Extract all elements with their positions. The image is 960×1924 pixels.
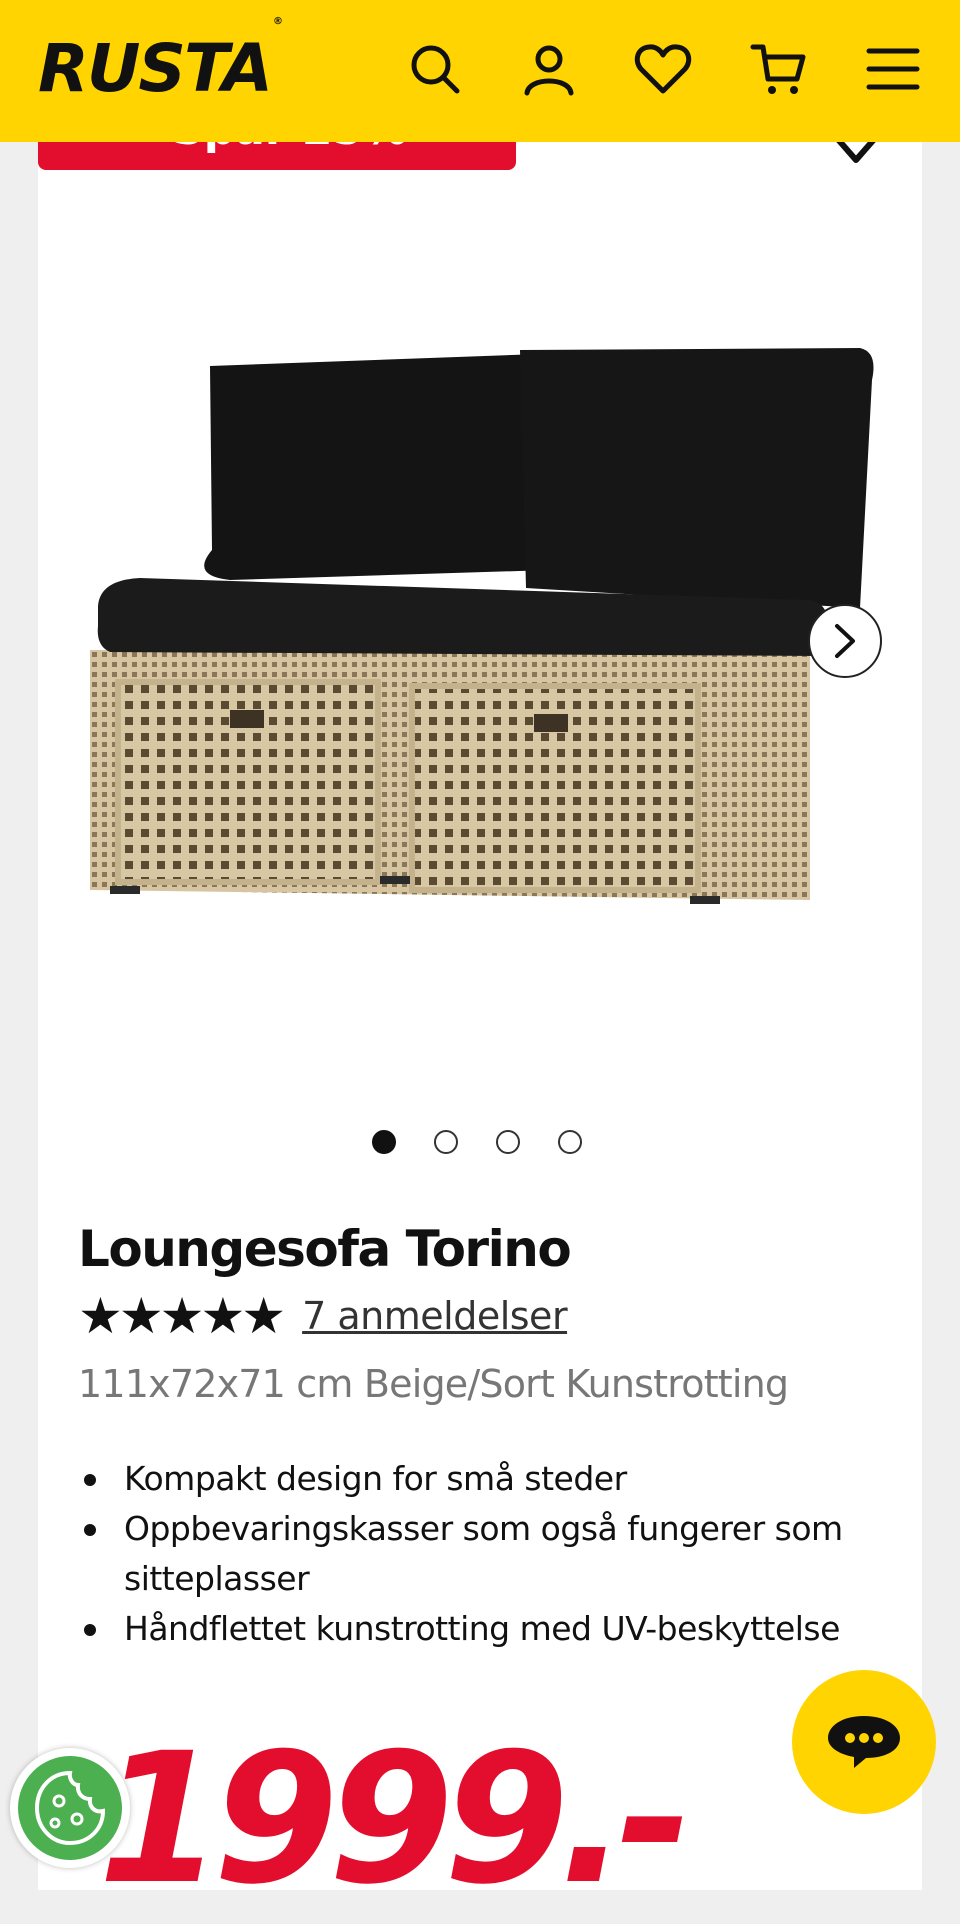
chat-button[interactable] xyxy=(792,1670,936,1814)
account-icon xyxy=(524,45,574,96)
gallery-pagination xyxy=(372,1130,582,1154)
account-button[interactable] xyxy=(516,36,582,102)
reviews-link[interactable]: 7 anmeldelser xyxy=(302,1294,567,1338)
rating-stars: ★★★★★ xyxy=(78,1288,286,1344)
gallery-dot-2[interactable] xyxy=(434,1130,458,1154)
rusta-logo[interactable]: RUSTA ® xyxy=(38,16,283,107)
product-rating: ★★★★★ 7 anmeldelser xyxy=(78,1288,568,1344)
logo-text: RUSTA xyxy=(38,30,273,107)
chevron-right-icon xyxy=(835,624,855,658)
feature-item: Kompakt design for små steder xyxy=(78,1454,898,1504)
site-header: RUSTA ® xyxy=(0,0,960,142)
feature-item: Håndflettet kunstrotting med UV-beskytte… xyxy=(78,1604,898,1654)
cookie-settings-button[interactable] xyxy=(10,1748,130,1868)
product-price: 1999.- xyxy=(98,1715,692,1924)
menu-button[interactable] xyxy=(860,36,926,102)
product-title: Loungesofa Torino xyxy=(78,1220,572,1278)
cookie-icon xyxy=(18,1756,122,1860)
search-button[interactable] xyxy=(402,36,468,102)
gallery-next-button[interactable] xyxy=(808,604,882,678)
heart-icon xyxy=(634,44,692,94)
menu-icon xyxy=(866,48,920,90)
gallery-dot-3[interactable] xyxy=(496,1130,520,1154)
logo-trademark: ® xyxy=(272,16,283,27)
favorites-button[interactable] xyxy=(630,36,696,102)
search-icon xyxy=(411,45,460,94)
chat-icon xyxy=(828,1716,900,1768)
product-subtitle: 111x72x71 cm Beige/Sort Kunstrotting xyxy=(78,1362,789,1406)
feature-item: Oppbevaringskasser som også fungerer som… xyxy=(78,1504,898,1604)
cart-button[interactable] xyxy=(746,36,812,102)
gallery-dot-1[interactable] xyxy=(372,1130,396,1154)
product-image[interactable] xyxy=(90,330,890,950)
cart-icon xyxy=(750,44,806,94)
gallery-dot-4[interactable] xyxy=(558,1130,582,1154)
product-features: Kompakt design for små steder Oppbevarin… xyxy=(78,1454,898,1654)
